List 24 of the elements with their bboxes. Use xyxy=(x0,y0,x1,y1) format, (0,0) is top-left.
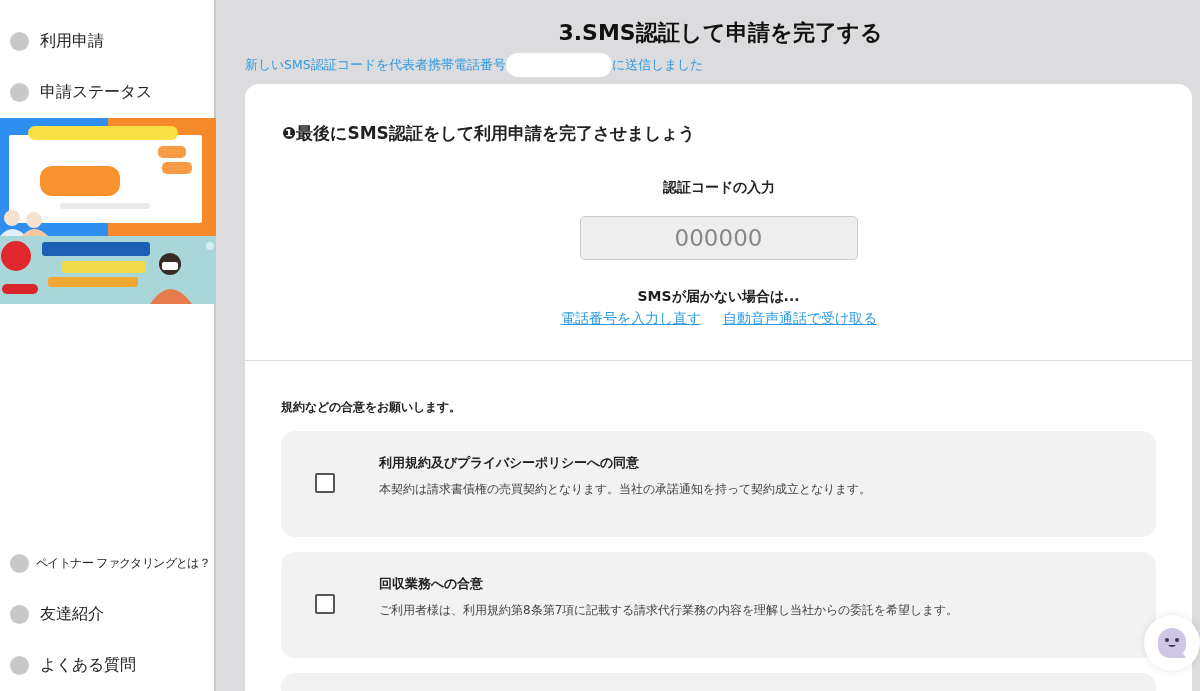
help-text: SMSが届かない場合は... xyxy=(637,288,800,306)
agreement-title: 利用規約及びプライバシーポリシーへの同意 xyxy=(379,455,640,472)
agreement-text: ご利用者様は、利用規約第8条第7項に記載する請求代行業務の内容を理解し当社からの委託を希望します。 xyxy=(379,602,959,619)
notice-text: に送信しました xyxy=(611,56,703,74)
bullet-icon xyxy=(10,83,29,102)
field-label: 認証コードの入力 xyxy=(662,179,775,197)
sidebar-item[interactable]: よくある質問 xyxy=(0,640,214,691)
bullet-icon xyxy=(10,605,29,624)
page-heading: 3.SMS認証して申請を完了する xyxy=(557,19,884,47)
agreement-text: 本契約は請求書債権の売買契約となります。当社の承諾通知を持って契約成立となります。 xyxy=(379,481,871,498)
checkbox[interactable] xyxy=(315,594,335,614)
checkbox[interactable] xyxy=(315,473,335,493)
sidebar-item[interactable]: ペイトナー ファクタリングとは？ xyxy=(0,538,214,589)
sidebar-item[interactable]: 利用申請 xyxy=(0,16,214,67)
notice-text: 新しいSMS認証コードを代表者携帯電話番号 xyxy=(245,56,506,74)
sidebar-item[interactable]: 申請ステータス xyxy=(0,67,214,118)
section-title: ❶最後にSMS認証をして利用申請を完了させましょう xyxy=(282,122,695,145)
bullet-icon xyxy=(10,656,29,675)
bullet-icon xyxy=(10,554,29,573)
agreement-title: 回収業務への合意 xyxy=(379,576,484,593)
agreement-intro: 規約などの合意をお願いします。 xyxy=(281,399,462,416)
bullet-icon xyxy=(10,32,29,51)
sidebar-item[interactable]: 友達紹介 xyxy=(0,589,214,640)
code-input-field[interactable]: 000000 xyxy=(579,216,858,260)
